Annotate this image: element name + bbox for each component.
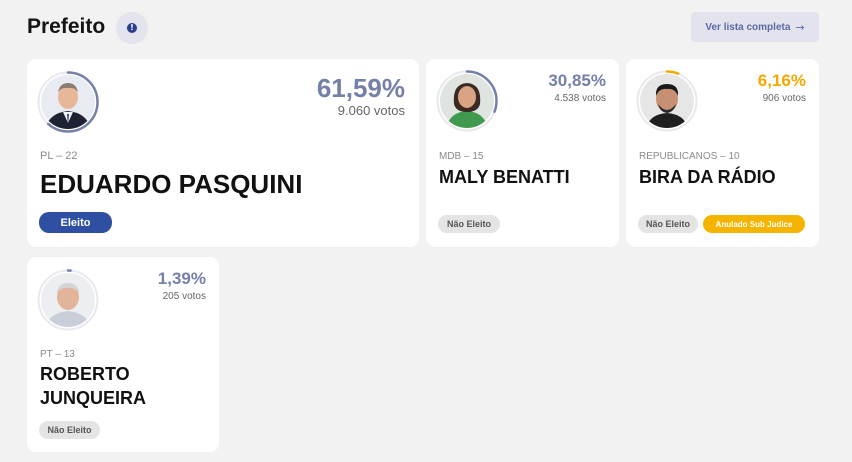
- party-label: MDB – 15: [439, 151, 484, 162]
- avatar: [41, 75, 95, 129]
- candidate-photo: [37, 71, 99, 133]
- candidate-card[interactable]: 61,59% 9.060 votos PL – 22 EDUARDO PASQU…: [27, 59, 419, 247]
- vote-count: 4.538 votos: [554, 93, 606, 104]
- vote-percentage: 30,85%: [548, 71, 606, 90]
- status-badge: Não Eleito: [638, 215, 698, 233]
- candidate-photo: [636, 70, 698, 132]
- avatar: [440, 74, 494, 128]
- info-icon: !: [127, 23, 137, 33]
- info-button[interactable]: !: [116, 12, 148, 44]
- view-full-list-label: Ver lista completa: [705, 21, 791, 33]
- candidate-name: BIRA DA RÁDIO: [639, 167, 776, 187]
- candidate-name: MALY BENATTI: [439, 167, 570, 187]
- candidate-card[interactable]: 1,39% 205 votos PT – 13 ROBERTO JUNQUEIR…: [27, 257, 219, 452]
- status-badge: Eleito: [39, 212, 112, 233]
- status-badge: Não Eleito: [39, 421, 100, 439]
- candidate-photo: [436, 70, 498, 132]
- arrow-right-icon: →: [795, 20, 805, 34]
- candidate-card[interactable]: 30,85% 4.538 votos MDB – 15 MALY BENATTI…: [426, 59, 619, 247]
- vote-count: 9.060 votos: [337, 103, 405, 118]
- candidate-name-line1: ROBERTO: [40, 364, 130, 384]
- candidate-name: EDUARDO PASQUINI: [40, 169, 303, 199]
- page-title: Prefeito: [27, 15, 106, 38]
- party-label: REPUBLICANOS – 10: [639, 151, 740, 162]
- candidate-photo: [37, 269, 99, 331]
- avatar: [41, 273, 95, 327]
- candidate-card[interactable]: 6,16% 906 votos REPUBLICANOS – 10 BIRA D…: [626, 59, 819, 247]
- candidate-name-line2: JUNQUEIRA: [40, 388, 147, 408]
- view-full-list-button[interactable]: Ver lista completa →: [691, 12, 819, 42]
- vote-count: 205 votos: [162, 291, 206, 302]
- status-badge: Não Eleito: [438, 215, 500, 233]
- sub-judice-badge: Anulado Sub Judice: [703, 215, 805, 233]
- party-label: PT – 13: [40, 349, 75, 360]
- vote-percentage: 6,16%: [757, 71, 806, 90]
- party-label: PL – 22: [40, 150, 78, 162]
- vote-count: 906 votos: [762, 93, 806, 104]
- avatar: [640, 74, 694, 128]
- vote-percentage: 1,39%: [157, 269, 206, 288]
- vote-percentage: 61,59%: [316, 73, 405, 103]
